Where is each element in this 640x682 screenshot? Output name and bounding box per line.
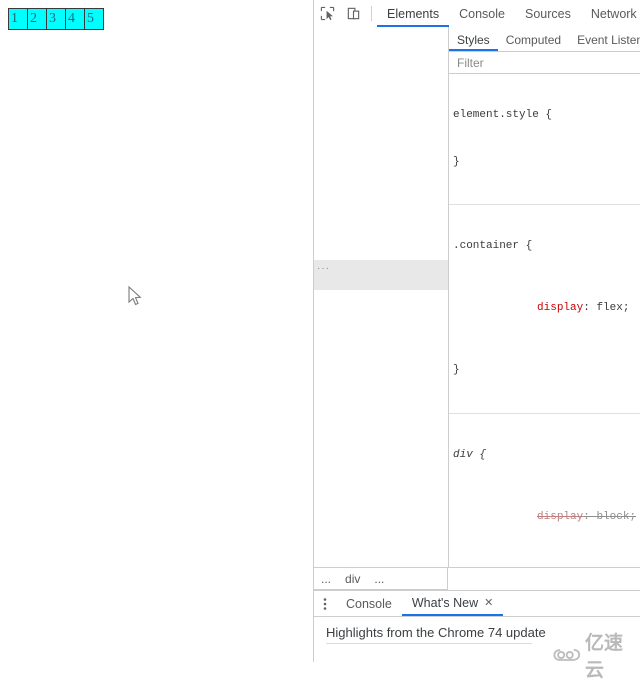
devtools-panel: Elements Console Sources Network <html> … [313, 0, 640, 662]
tab-console[interactable]: Console [449, 1, 515, 27]
tab-elements[interactable]: Elements [377, 1, 450, 27]
dom-row[interactable]: <div>3</div> [314, 427, 448, 442]
devtools-main-area: <html> <head></head> ▼ <body> ··· ▼<div … [314, 27, 640, 567]
dom-row[interactable]: <div>5</div> [314, 518, 448, 533]
drawer-tab-console[interactable]: Console [336, 592, 402, 616]
css-selector: .container { [453, 240, 533, 252]
css-property: display [537, 510, 584, 523]
dom-row[interactable]: ▼ <body> [314, 199, 448, 214]
drawer-tab-console-label: Console [346, 596, 392, 611]
tab-event-listeners[interactable]: Event Listen [569, 28, 640, 51]
drawer-tabbar: Console What's New ✕ [314, 591, 640, 617]
tab-styles[interactable]: Styles [449, 28, 498, 51]
css-property: display [537, 302, 584, 314]
more-vertical-icon[interactable] [314, 592, 336, 616]
css-value: flex; [596, 302, 630, 314]
breadcrumb-item-div[interactable]: div [338, 572, 367, 586]
css-value: block; [596, 510, 637, 523]
styles-filter-input[interactable]: Filter [449, 52, 640, 74]
breadcrumb-spacer [448, 567, 640, 590]
css-selector: div { [453, 448, 487, 461]
css-declaration[interactable]: display: flex; [453, 286, 640, 333]
css-rule-element-style[interactable]: element.style { } [449, 74, 640, 205]
styles-filter-placeholder: Filter [457, 55, 484, 70]
css-declaration[interactable]: display: block; [453, 494, 640, 541]
tab-computed[interactable]: Computed [498, 28, 569, 51]
breadcrumb-overflow-left[interactable]: ... [314, 572, 338, 586]
css-rule-div-ua[interactable]: div { display: block; } [449, 414, 640, 568]
flex-item: 1 [8, 8, 28, 30]
node-badge-icon[interactable]: ··· [317, 261, 330, 276]
close-icon[interactable]: ✕ [484, 591, 493, 616]
whats-new-divider [326, 643, 532, 644]
flex-item: 3 [46, 8, 66, 30]
device-toolbar-icon[interactable] [340, 1, 366, 27]
styles-pane: Styles Computed Event Listen Filter elem… [449, 27, 640, 567]
mouse-pointer-icon [128, 286, 142, 306]
breadcrumb: ... div ... [314, 567, 448, 590]
dom-row[interactable]: <div>1</div> [314, 336, 448, 351]
dom-row[interactable]: <head></head> [314, 138, 448, 153]
devtools-drawer: Console What's New ✕ Highlights from the… [314, 590, 640, 662]
dom-row[interactable]: <div>4</div> [314, 473, 448, 488]
dom-row[interactable]: <div>2</div> [314, 382, 448, 397]
flex-container: 1 2 3 4 5 [8, 8, 104, 30]
css-close-brace: } [453, 364, 460, 376]
dom-row-selected[interactable]: ··· ▼<div class= "container"> == $ [314, 260, 448, 291]
css-selector: element.style { [453, 109, 553, 121]
flex-item: 4 [65, 8, 85, 30]
browser-page-viewport: 1 2 3 4 5 [0, 0, 313, 662]
devtools-toolbar: Elements Console Sources Network [314, 0, 640, 28]
dom-tree-pane[interactable]: <html> <head></head> ▼ <body> ··· ▼<div … [314, 27, 448, 567]
dom-row[interactable]: <html> [314, 78, 448, 93]
tab-network[interactable]: Network [581, 1, 640, 27]
drawer-tab-whats-new-label: What's New [411, 595, 479, 610]
css-close-brace: } [453, 155, 460, 168]
dom-tree: <html> <head></head> ▼ <body> ··· ▼<div … [314, 27, 448, 567]
css-rule-container[interactable]: .container { display: flex; } [449, 205, 640, 414]
breadcrumb-overflow-right[interactable]: ... [367, 572, 391, 586]
tab-sources[interactable]: Sources [515, 1, 581, 27]
drawer-tab-whats-new[interactable]: What's New ✕ [401, 591, 504, 616]
styles-tabbar: Styles Computed Event Listen [449, 27, 640, 52]
whats-new-content: Highlights from the Chrome 74 update [314, 617, 640, 640]
inspect-element-icon[interactable] [314, 1, 340, 27]
flex-item: 2 [27, 8, 47, 30]
flex-item: 5 [84, 8, 104, 30]
whats-new-headline[interactable]: Highlights from the Chrome 74 update [326, 625, 546, 640]
toolbar-divider [371, 6, 372, 21]
